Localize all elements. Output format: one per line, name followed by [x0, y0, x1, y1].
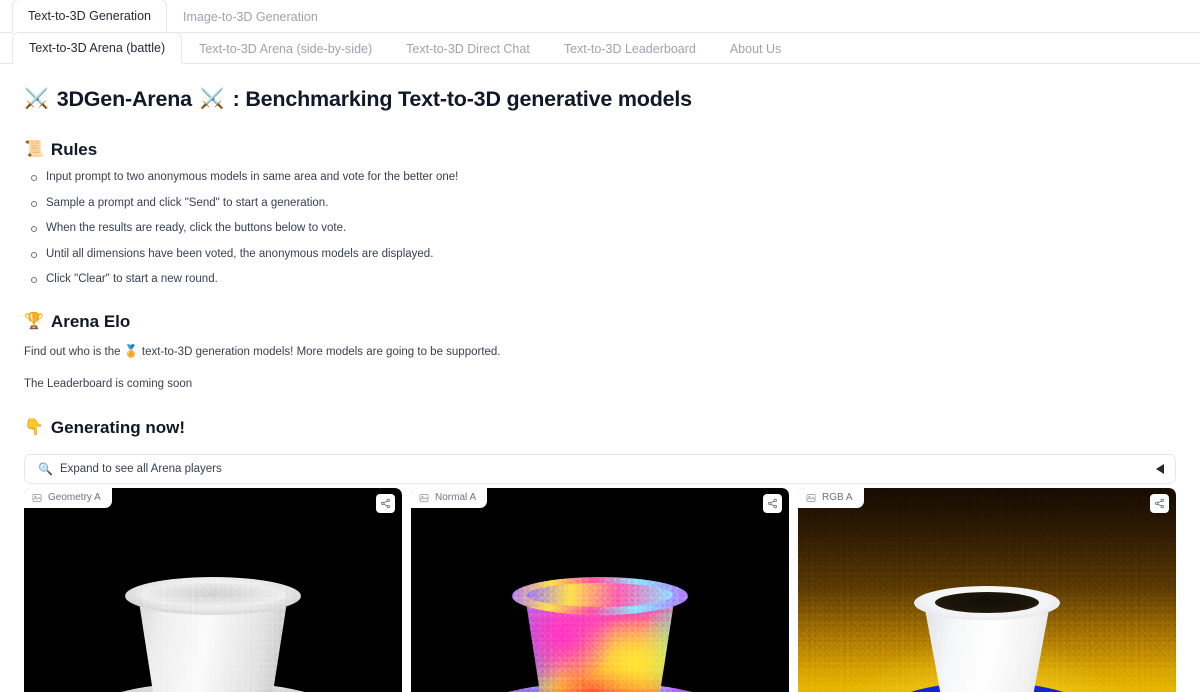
main-content: ⚔️ 3DGen-Arena ⚔️ : Benchmarking Text-to…: [0, 64, 1200, 692]
list-item: Until all dimensions have been voted, th…: [24, 247, 1176, 261]
generating-heading-label: Generating now!: [50, 418, 186, 437]
viewer-label-geometry-a: Geometry A: [24, 488, 112, 508]
share-icon: [380, 498, 391, 509]
list-item: Click "Clear" to start a new round.: [24, 272, 1176, 286]
page-title: ⚔️ 3DGen-Arena ⚔️ : Benchmarking Text-to…: [24, 84, 1176, 114]
accordion-label: Expand to see all Arena players: [59, 463, 222, 475]
image-icon: [32, 493, 42, 503]
trophy-icon: 🏆: [24, 313, 44, 330]
share-button-geometry-a[interactable]: [376, 494, 395, 513]
share-button-normal-a[interactable]: [763, 494, 782, 513]
viewer-normal-a[interactable]: Normal A: [411, 488, 789, 692]
sub-tabbar: Text-to-3D Arena (battle) Text-to-3D Are…: [0, 32, 1200, 64]
tab-label: Text-to-3D Arena (side-by-side): [199, 42, 373, 56]
rules-list: Input prompt to two anonymous models in …: [24, 170, 1176, 286]
viewer-label-normal-a: Normal A: [411, 488, 488, 508]
viewer-label-text: Geometry A: [48, 492, 101, 503]
share-button-rgb-a[interactable]: [1150, 494, 1169, 513]
arena-elo-text-before: Find out who is the: [24, 346, 124, 358]
accordion-label-wrap: 🔍 Expand to see all Arena players: [38, 462, 222, 476]
rules-heading: 📜 Rules: [24, 138, 1176, 162]
geometry-render-canvas[interactable]: [24, 488, 402, 692]
tab-direct-chat[interactable]: Text-to-3D Direct Chat: [389, 33, 547, 64]
viewer-label-text: RGB A: [822, 492, 853, 503]
list-item: Input prompt to two anonymous models in …: [24, 170, 1176, 184]
page-title-name: 3DGen-Arena: [56, 87, 192, 111]
arena-elo-description: Find out who is the 🏅 text-to-3D generat…: [24, 344, 1176, 360]
generating-heading: 👇 Generating now!: [24, 416, 1176, 440]
scroll-icon: 📜: [24, 141, 44, 158]
arena-elo-heading: 🏆 Arena Elo: [24, 310, 1176, 334]
tab-text-to-3d-generation[interactable]: Text-to-3D Generation: [12, 0, 167, 33]
leaderboard-note: The Leaderboard is coming soon: [24, 378, 193, 390]
model-viewer-row: Geometry A Normal A RGB A: [24, 488, 1176, 692]
tab-leaderboard[interactable]: Text-to-3D Leaderboard: [547, 33, 713, 64]
tab-label: Image-to-3D Generation: [182, 10, 318, 24]
tab-arena-side-by-side[interactable]: Text-to-3D Arena (side-by-side): [182, 33, 389, 64]
image-icon: [806, 493, 816, 503]
tab-label: Text-to-3D Leaderboard: [563, 42, 696, 56]
tab-label: Text-to-3D Generation: [28, 9, 151, 23]
crossed-swords-icon: ⚔️: [199, 88, 225, 110]
arena-elo-heading-label: Arena Elo: [50, 312, 131, 331]
medal-icon: 🏅: [123, 344, 139, 358]
image-icon: [419, 493, 429, 503]
tab-arena-battle[interactable]: Text-to-3D Arena (battle): [12, 32, 183, 64]
tab-label: Text-to-3D Arena (battle): [29, 41, 166, 55]
rgb-render-canvas[interactable]: [798, 488, 1176, 692]
point-down-icon: 👇: [24, 419, 44, 436]
viewer-label-rgb-a: RGB A: [798, 488, 864, 508]
crossed-swords-icon: ⚔️: [24, 88, 49, 110]
viewer-geometry-a[interactable]: Geometry A: [24, 488, 402, 692]
render-noise-overlay: [411, 488, 789, 692]
page-title-subtitle: : Benchmarking Text-to-3D generative mod…: [232, 87, 693, 111]
render-noise-overlay: [24, 488, 402, 692]
tab-about-us[interactable]: About Us: [713, 33, 798, 64]
render-noise-overlay: [798, 488, 1176, 692]
share-icon: [767, 498, 778, 509]
rules-heading-label: Rules: [50, 140, 98, 159]
tab-label: About Us: [729, 42, 782, 56]
list-item: When the results are ready, click the bu…: [24, 221, 1176, 235]
viewer-label-text: Normal A: [435, 492, 477, 503]
top-level-tabbar: Text-to-3D Generation Image-to-3D Genera…: [0, 0, 1200, 33]
expand-arena-players-accordion[interactable]: 🔍 Expand to see all Arena players: [24, 454, 1176, 484]
tab-image-to-3d-generation[interactable]: Image-to-3D Generation: [167, 0, 334, 33]
triangle-left-icon[interactable]: [1156, 464, 1164, 474]
search-icon: 🔍: [38, 462, 53, 476]
tab-label: Text-to-3D Direct Chat: [406, 42, 530, 56]
list-item: Sample a prompt and click "Send" to star…: [24, 196, 1176, 210]
normal-render-canvas[interactable]: [411, 488, 789, 692]
viewer-rgb-a[interactable]: RGB A: [798, 488, 1176, 692]
arena-elo-text-after: text-to-3D generation models! More model…: [138, 346, 501, 358]
share-icon: [1154, 498, 1165, 509]
